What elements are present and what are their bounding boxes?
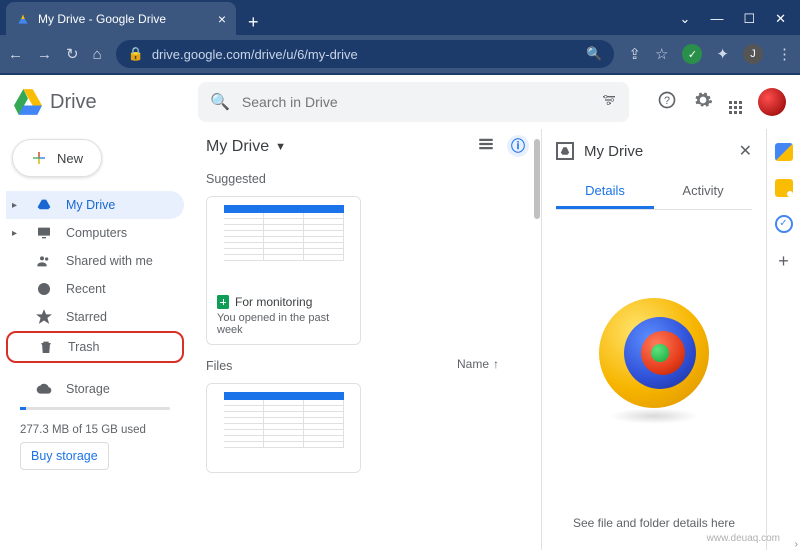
sidebar-item-shared[interactable]: ▸ Shared with me [6,247,184,275]
calendar-addon-icon[interactable] [775,143,793,161]
sidebar-item-label: Storage [66,382,110,396]
settings-icon[interactable] [693,90,713,115]
sheets-icon [217,295,229,309]
sidebar-item-label: Computers [66,226,127,240]
list-view-icon[interactable] [477,135,495,158]
tab-details[interactable]: Details [556,175,654,209]
star-icon [36,309,52,325]
buy-storage-button[interactable]: Buy storage [20,442,109,470]
new-tab-button[interactable]: + [236,10,271,35]
sidebar-item-starred[interactable]: ▸ Starred [6,303,184,331]
search-filter-icon[interactable] [601,92,617,112]
help-icon[interactable]: ? [657,90,677,115]
browser-profile-avatar[interactable]: J [743,44,763,64]
reload-icon[interactable]: ↻ [66,45,79,63]
tab-title: My Drive - Google Drive [38,12,166,26]
clock-icon [36,281,52,297]
drive-square-icon [556,142,574,160]
sidebar-item-recent[interactable]: ▸ Recent [6,275,184,303]
bookmark-icon[interactable]: ☆ [655,45,668,63]
share-icon[interactable]: ⇪ [628,45,641,63]
watermark: www.deuaq.com [707,533,780,544]
file-thumbnail [207,197,360,287]
drive-icon [36,197,52,213]
sidebar-item-label: Starred [66,310,107,324]
home-icon[interactable]: ⌂ [93,46,102,63]
details-illustration [556,210,752,512]
file-subtitle: You opened in the past week [217,312,350,336]
tab-activity[interactable]: Activity [654,175,752,209]
chevron-down-icon: ▼ [275,141,286,153]
tasks-addon-icon[interactable] [775,215,793,233]
main-content: My Drive ▼ ⓘ Suggested For monitoring Yo… [190,129,533,550]
suggested-file-card[interactable]: For monitoring You opened in the past we… [206,196,361,345]
add-addon-icon[interactable]: + [778,251,789,272]
details-panel: My Drive ✕ Details Activity See file and… [541,129,766,550]
new-button[interactable]: New [12,139,102,177]
apps-icon[interactable] [729,91,742,114]
expand-icon[interactable]: ▸ [12,228,22,239]
addon-panel: + [766,129,800,550]
sort-control[interactable]: Name ↑ [457,357,529,371]
files-heading: Files [206,359,232,373]
sidebar-item-label: Trash [68,340,100,354]
search-icon: 🔍 [210,92,230,112]
sidebar-item-computers[interactable]: ▸ Computers [6,219,184,247]
computer-icon [36,225,52,241]
info-icon[interactable]: ⓘ [507,135,529,157]
svg-text:?: ? [664,95,670,107]
file-title: For monitoring [235,295,312,309]
trash-icon [38,339,54,355]
url-text: drive.google.com/drive/u/6/my-drive [152,47,578,62]
lock-icon: 🔒 [128,46,144,62]
sidebar-item-storage[interactable]: ▸ Storage [6,375,184,403]
storage-meter [20,407,170,410]
back-icon[interactable]: ← [8,46,23,63]
file-card[interactable] [206,383,361,473]
plus-icon [31,148,47,168]
close-panel-icon[interactable]: ✕ [739,141,752,161]
close-tab-icon[interactable]: × [218,11,226,27]
sidebar-item-label: My Drive [66,198,115,212]
address-bar[interactable]: 🔒 drive.google.com/drive/u/6/my-drive 🔍 [116,40,615,68]
new-button-label: New [57,151,83,166]
sidebar: New ▸ My Drive ▸ Computers ▸ Shared with… [0,129,190,550]
search-engine-icon[interactable]: 🔍 [586,46,602,62]
drive-logo[interactable]: Drive [14,89,184,115]
maximize-icon[interactable]: ☐ [743,11,755,27]
product-name: Drive [50,91,97,114]
keep-addon-icon[interactable] [775,179,793,197]
details-message: See file and folder details here [556,516,752,530]
drive-favicon [16,12,30,26]
sidebar-item-label: Recent [66,282,106,296]
chevron-down-icon[interactable]: ⌄ [680,11,691,27]
suggested-heading: Suggested [206,172,529,186]
scroll-right-icon[interactable]: › [795,539,798,550]
sidebar-item-trash[interactable]: ▸ Trash [6,331,184,363]
search-input[interactable] [242,94,589,110]
cloud-icon [36,381,52,397]
minimize-icon[interactable]: — [710,11,723,27]
people-icon [36,253,52,269]
forward-icon[interactable]: → [37,46,52,63]
drive-logo-icon [14,89,42,115]
arrow-up-icon: ↑ [493,357,499,371]
sidebar-item-label: Shared with me [66,254,153,268]
breadcrumb[interactable]: My Drive ▼ [206,138,286,156]
expand-icon[interactable]: ▸ [12,200,22,211]
browser-tab[interactable]: My Drive - Google Drive × [6,2,236,35]
details-title: My Drive [584,143,643,160]
browser-menu-icon[interactable]: ⋮ [777,45,792,63]
extensions-icon[interactable]: ✦ [716,45,729,63]
close-window-icon[interactable]: ✕ [775,11,786,27]
sidebar-item-my-drive[interactable]: ▸ My Drive [6,191,184,219]
extension-shield-icon[interactable]: ✓ [682,44,702,64]
search-bar[interactable]: 🔍 [198,82,629,122]
account-avatar[interactable] [758,88,786,116]
scrollbar[interactable] [533,129,541,550]
storage-usage-text: 277.3 MB of 15 GB used [6,414,184,436]
